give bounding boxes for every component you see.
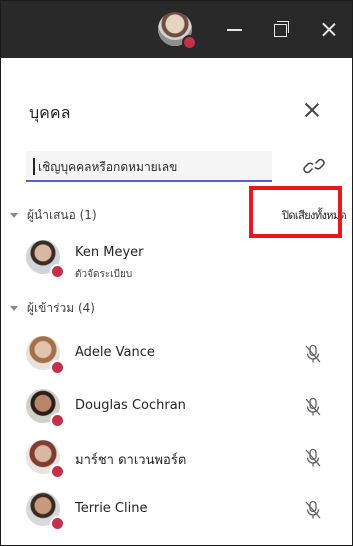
person-name: Douglas Cochran [75, 398, 186, 413]
mic-off-icon[interactable] [304, 448, 322, 468]
attendee-row[interactable]: Terrie Cline [0, 492, 353, 538]
person-role: ตัวจัดระเบียบ [75, 269, 133, 280]
invite-search-input[interactable] [36, 155, 270, 179]
person-name: มาร์ชา ดาเวนพอร์ต [75, 453, 187, 468]
close-window-icon[interactable] [319, 19, 339, 39]
attendee-row[interactable]: Douglas Cochran [0, 389, 353, 435]
presenter-row[interactable]: Ken Meyer ตัวจัดระเบียบ [0, 240, 353, 286]
minimize-icon[interactable] [225, 19, 245, 39]
highlight-box [249, 186, 342, 238]
person-name: Ken Meyer [75, 245, 144, 260]
person-name: Terrie Cline [75, 501, 148, 516]
presence-status-icon [182, 35, 197, 50]
mic-off-icon[interactable] [304, 397, 322, 417]
presence-status-icon [50, 464, 65, 479]
presenters-section-header[interactable]: ผู้นำเสนอ (1) [10, 206, 97, 225]
close-panel-icon[interactable] [303, 101, 321, 119]
presenters-header-label: ผู้นำเสนอ (1) [27, 208, 97, 222]
text-caret [33, 158, 35, 175]
attendees-section-header[interactable]: ผู้เข้าร่วม (4) [10, 299, 95, 318]
panel-title: บุคคล [29, 103, 71, 122]
invite-search-box[interactable] [26, 151, 272, 182]
presence-status-icon [50, 516, 65, 531]
presence-status-icon [50, 264, 65, 279]
mic-off-icon[interactable] [304, 500, 322, 520]
chevron-down-icon [10, 306, 18, 311]
mic-off-icon[interactable] [304, 344, 322, 364]
person-name: Adele Vance [75, 345, 155, 360]
title-bar [1, 1, 352, 58]
presence-status-icon [50, 360, 65, 375]
presence-status-icon [50, 413, 65, 428]
attendee-row[interactable]: Adele Vance [0, 336, 353, 382]
chevron-down-icon [10, 213, 18, 218]
share-link-icon[interactable] [303, 158, 325, 174]
attendee-row[interactable]: มาร์ชา ดาเวนพอร์ต [0, 440, 353, 486]
restore-icon[interactable] [271, 19, 291, 39]
attendees-header-label: ผู้เข้าร่วม (4) [27, 301, 95, 315]
